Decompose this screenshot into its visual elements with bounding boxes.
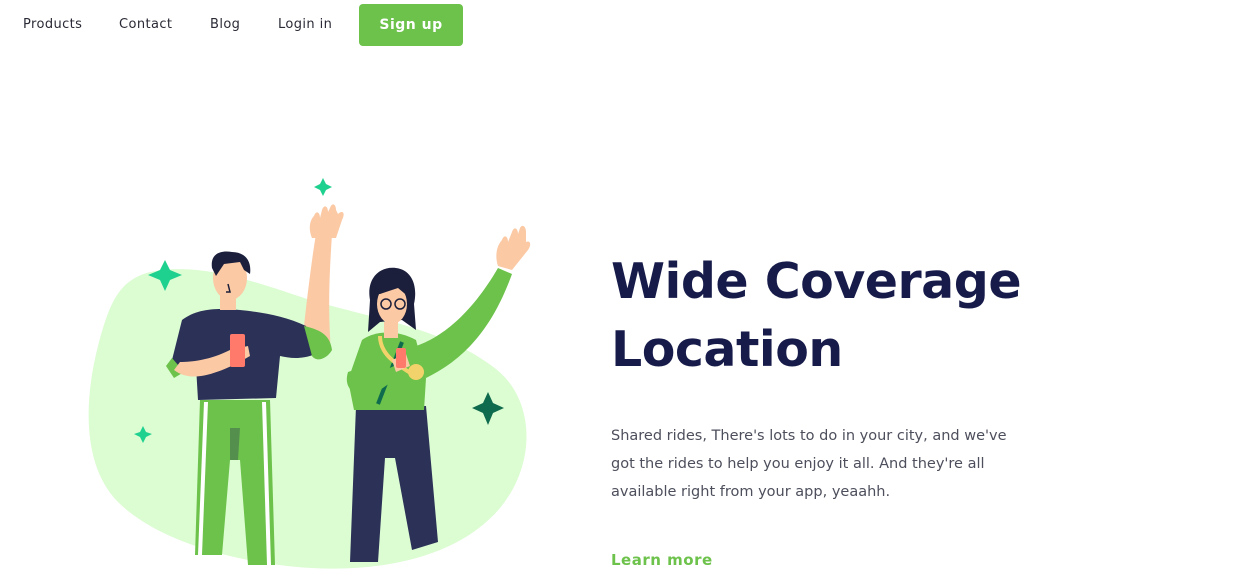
hero-title-line-2: Location [611,321,843,378]
top-navigation: Products Contact Blog Login in Sign up [0,0,1234,50]
learn-more-link[interactable]: Learn more [611,551,713,569]
hero-description: Shared rides, There's lots to do in your… [611,428,1007,500]
nav-link-blog[interactable]: Blog [210,17,240,32]
signup-button[interactable]: Sign up [359,4,463,46]
nav-link-login[interactable]: Login in [278,17,332,32]
people-waving-illustration [88,178,531,569]
hero-title: Wide Coverage Location [611,248,1022,384]
sparkle-icon [314,178,332,196]
nav-link-contact[interactable]: Contact [119,17,172,32]
nav-link-products[interactable]: Products [23,17,82,32]
hero-title-line-1: Wide Coverage [611,253,1022,310]
hero-illustration [80,170,550,574]
